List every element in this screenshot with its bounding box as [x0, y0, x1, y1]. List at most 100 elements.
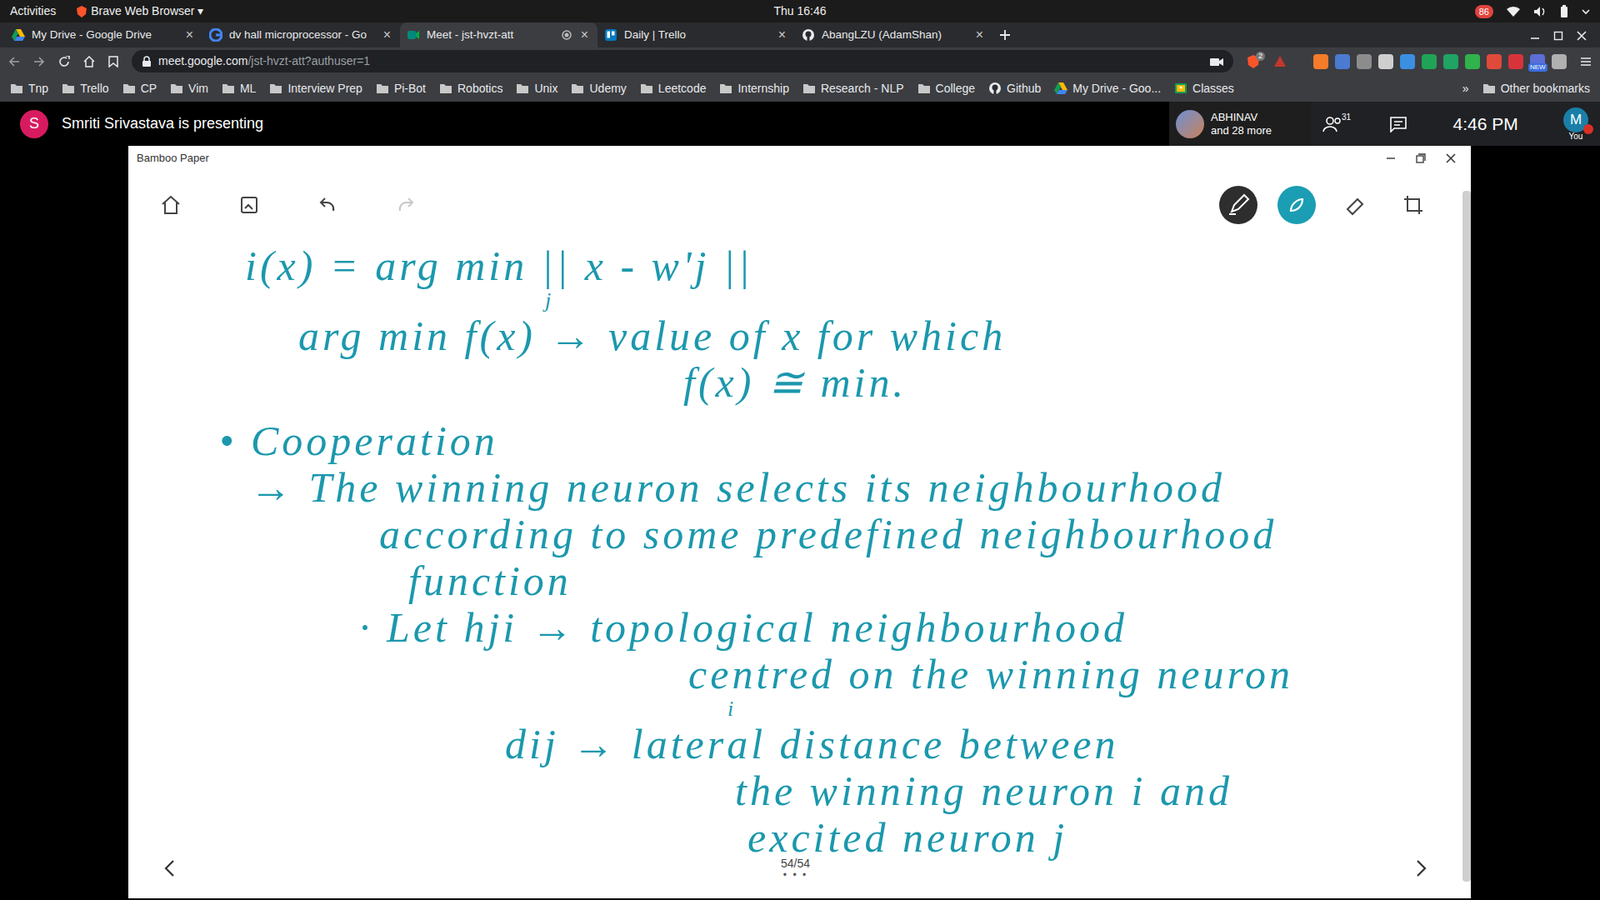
redo-icon[interactable] [386, 185, 425, 225]
extension-icon[interactable] [1378, 54, 1394, 70]
folder-favicon-icon [515, 81, 530, 95]
bookmark-item[interactable]: Trello [61, 80, 110, 98]
browser-tab[interactable]: AbangLZU (AdamShan)× [795, 22, 993, 48]
close-icon[interactable] [1445, 153, 1456, 164]
tab-close-button[interactable]: × [183, 28, 196, 42]
app-menu[interactable]: Brave Web Browser ▾ [75, 2, 204, 20]
people-button[interactable]: 31 [1322, 115, 1345, 133]
bookmark-item[interactable]: CP [122, 80, 157, 98]
tab-close-button[interactable]: × [578, 28, 591, 42]
bookmark-item[interactable]: My Drive - Goo... [1054, 80, 1161, 98]
tab-close-button[interactable]: × [380, 28, 394, 42]
other-bookmarks[interactable]: Other bookmarks [1482, 80, 1590, 98]
bamboo-body: i(x) = arg min || x - w'j ||jarg min f(x… [128, 170, 1471, 899]
bookmark-item[interactable]: Unix [515, 80, 558, 98]
extension-icon[interactable] [1486, 54, 1502, 70]
extension-icon[interactable] [1465, 54, 1480, 70]
browser-tab[interactable]: Daily | Trello× [597, 22, 795, 48]
tab-label: My Drive - Google Drive [31, 26, 177, 44]
brave-shield[interactable]: 2 [1246, 54, 1260, 70]
extension-icon[interactable] [1508, 54, 1524, 70]
browser-tab[interactable]: My Drive - Google Drive × [5, 22, 203, 48]
new-tab-icon[interactable] [992, 22, 1018, 48]
bookmark-icon[interactable] [108, 55, 119, 68]
bookmark-item[interactable]: Vim [170, 80, 209, 98]
extension-icon[interactable] [1400, 54, 1415, 70]
activities-button[interactable]: Activities [10, 2, 56, 20]
chat-icon[interactable] [1389, 115, 1408, 133]
tab-label: Meet - jst-hvzt-att [426, 26, 555, 44]
reload-icon[interactable] [58, 55, 70, 68]
back-icon[interactable] [8, 55, 20, 68]
bookmark-item[interactable]: Github [988, 80, 1041, 98]
extension-icon[interactable] [1443, 54, 1459, 70]
extension-icon[interactable] [1421, 54, 1437, 70]
note-line: f(x) ≅ min. [683, 359, 1463, 406]
rewards-icon[interactable] [1273, 55, 1287, 69]
previous-page-icon[interactable] [161, 858, 179, 879]
note-line: the winning neuron i and [735, 767, 1463, 815]
menu-icon[interactable] [1580, 55, 1592, 68]
bookmark-item[interactable]: Tnp [10, 80, 49, 98]
bookmark-label: Internship [737, 80, 789, 98]
camera-icon[interactable] [1210, 56, 1224, 67]
pen-icon[interactable] [1219, 185, 1258, 225]
bookmark-item[interactable]: Research - NLP [802, 80, 905, 98]
folder-favicon-icon [269, 81, 283, 95]
restore-icon[interactable] [1415, 153, 1426, 164]
bookmark-item[interactable]: Classes [1174, 80, 1235, 98]
next-page-icon[interactable] [1412, 858, 1430, 879]
presenting-label: Smriti Srivastava is presenting [61, 112, 264, 135]
close-icon[interactable] [1576, 30, 1587, 41]
tab-close-button[interactable]: × [775, 28, 789, 42]
bookmark-item[interactable]: Udemy [570, 80, 626, 98]
gallery-icon[interactable] [230, 185, 269, 225]
bookmarks-overflow[interactable]: » [1462, 80, 1470, 98]
tab-close-button[interactable]: × [973, 28, 986, 42]
self-tile[interactable]: MYou [1563, 107, 1589, 141]
handwritten-notes: i(x) = arg min || x - w'j ||jarg min f(x… [128, 239, 1463, 839]
bookmark-item[interactable]: College [917, 80, 975, 98]
home-icon[interactable] [83, 55, 95, 68]
minimize-icon[interactable] [1385, 153, 1396, 164]
folder-favicon-icon [1482, 81, 1496, 95]
minimize-icon[interactable] [1530, 30, 1540, 41]
clock[interactable]: Thu 16:46 [0, 2, 1600, 20]
forward-icon[interactable] [33, 55, 45, 68]
home-icon[interactable] [151, 185, 190, 225]
extension-icon[interactable] [1356, 54, 1372, 70]
more-button[interactable]: • • • [783, 870, 808, 880]
page-number: 54/54 [780, 856, 810, 870]
left-tools [151, 185, 425, 225]
extension-icon[interactable] [1313, 54, 1329, 70]
browser-tab[interactable]: dv hall microprocessor - Go× [202, 22, 400, 48]
crop-icon[interactable] [1394, 185, 1433, 225]
bookmark-label: Research - NLP [820, 80, 905, 98]
maximize-icon[interactable] [1553, 30, 1564, 41]
page-indicator: 54/54• • • [780, 856, 810, 880]
browser-tab[interactable]: Meet - jst-hvzt-att × [400, 22, 598, 48]
address-bar[interactable]: meet.google.com/jst-hvzt-att?authuser=1 [131, 50, 1234, 73]
note-line: dij → lateral distance between [505, 720, 1463, 768]
status-area[interactable]: 86 [1475, 5, 1590, 19]
extension-icon[interactable]: NEW [1530, 54, 1545, 70]
bookmark-label: My Drive - Goo... [1072, 80, 1161, 98]
note-line: j [545, 289, 1463, 313]
participant-chip[interactable]: ABHINAVand 28 more [1169, 101, 1311, 146]
eraser-icon[interactable] [1335, 185, 1375, 225]
extension-icon[interactable] [1335, 54, 1350, 70]
undo-icon[interactable] [308, 185, 347, 225]
trello-favicon-icon [604, 28, 618, 42]
bookmark-item[interactable]: ML [221, 80, 256, 98]
bookmark-item[interactable]: Robotics [439, 80, 503, 98]
bookmark-label: Udemy [589, 80, 626, 98]
bookmark-item[interactable]: Leetcode [640, 80, 707, 98]
extension-icon[interactable] [1551, 54, 1567, 70]
lock-icon [141, 55, 152, 68]
scrollbar[interactable] [1462, 190, 1471, 882]
bookmark-item[interactable]: Pi-Bot [375, 80, 426, 98]
bookmark-item[interactable]: Internship [719, 80, 789, 98]
meet-bar: SSmriti Srivastava is presentingABHINAVa… [0, 101, 1600, 146]
bookmark-item[interactable]: Interview Prep [269, 80, 362, 98]
color-icon[interactable] [1277, 185, 1316, 225]
